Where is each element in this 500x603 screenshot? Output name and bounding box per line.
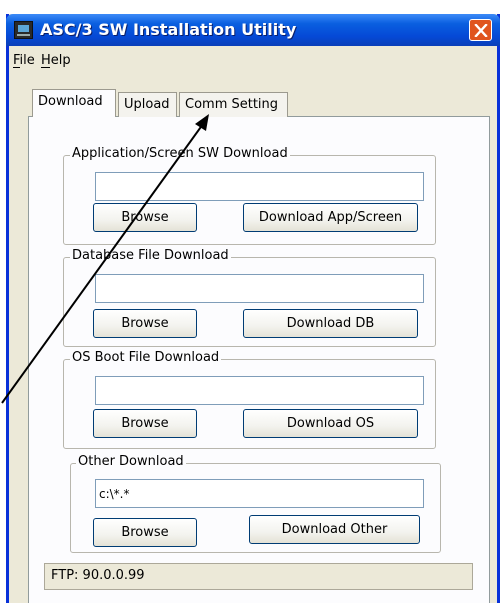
db-path-input[interactable] (95, 274, 424, 303)
group-other-label: Other Download (76, 454, 186, 469)
download-app-label: Download App/Screen (258, 210, 403, 225)
menu-file[interactable]: File (13, 53, 35, 68)
download-os-label: Download OS (286, 416, 375, 431)
menu-bar (9, 46, 497, 72)
db-browse-button[interactable]: Browse (93, 309, 197, 338)
menu-help-label: Help (41, 53, 71, 68)
other-path-input[interactable] (95, 479, 424, 508)
download-other-button[interactable]: Download Other (249, 515, 420, 544)
app-path-input[interactable] (95, 172, 424, 201)
group-app-label: Application/Screen SW Download (70, 146, 290, 161)
group-db-label: Database File Download (70, 248, 231, 263)
tab-download[interactable]: Download (32, 89, 116, 117)
computer-icon[interactable] (14, 21, 33, 39)
app-browse-button[interactable]: Browse (93, 203, 197, 232)
tab-download-label: Download (38, 94, 103, 109)
download-app-button[interactable]: Download App/Screen (243, 203, 418, 232)
tab-comm-setting[interactable]: Comm Setting (179, 92, 288, 117)
tab-comm-setting-label: Comm Setting (185, 97, 279, 112)
db-browse-label: Browse (121, 316, 169, 331)
tab-upload[interactable]: Upload (118, 92, 177, 117)
other-browse-button[interactable]: Browse (93, 518, 197, 547)
other-browse-label: Browse (121, 525, 169, 540)
os-browse-label: Browse (121, 416, 169, 431)
menu-file-label: File (13, 53, 35, 68)
window-title: ASC/3 SW Installation Utility (40, 20, 297, 39)
tab-upload-label: Upload (124, 97, 170, 112)
menu-help[interactable]: Help (41, 53, 71, 68)
os-browse-button[interactable]: Browse (93, 409, 197, 438)
download-other-label: Download Other (281, 522, 388, 537)
status-ftp: FTP: 90.0.0.99 (44, 563, 473, 590)
close-button[interactable] (469, 19, 492, 41)
download-db-button[interactable]: Download DB (243, 309, 418, 338)
close-icon (474, 24, 488, 37)
app-browse-label: Browse (121, 210, 169, 225)
download-os-button[interactable]: Download OS (243, 409, 418, 438)
os-path-input[interactable] (95, 376, 424, 405)
group-os-label: OS Boot File Download (70, 350, 222, 365)
download-db-label: Download DB (286, 316, 375, 331)
